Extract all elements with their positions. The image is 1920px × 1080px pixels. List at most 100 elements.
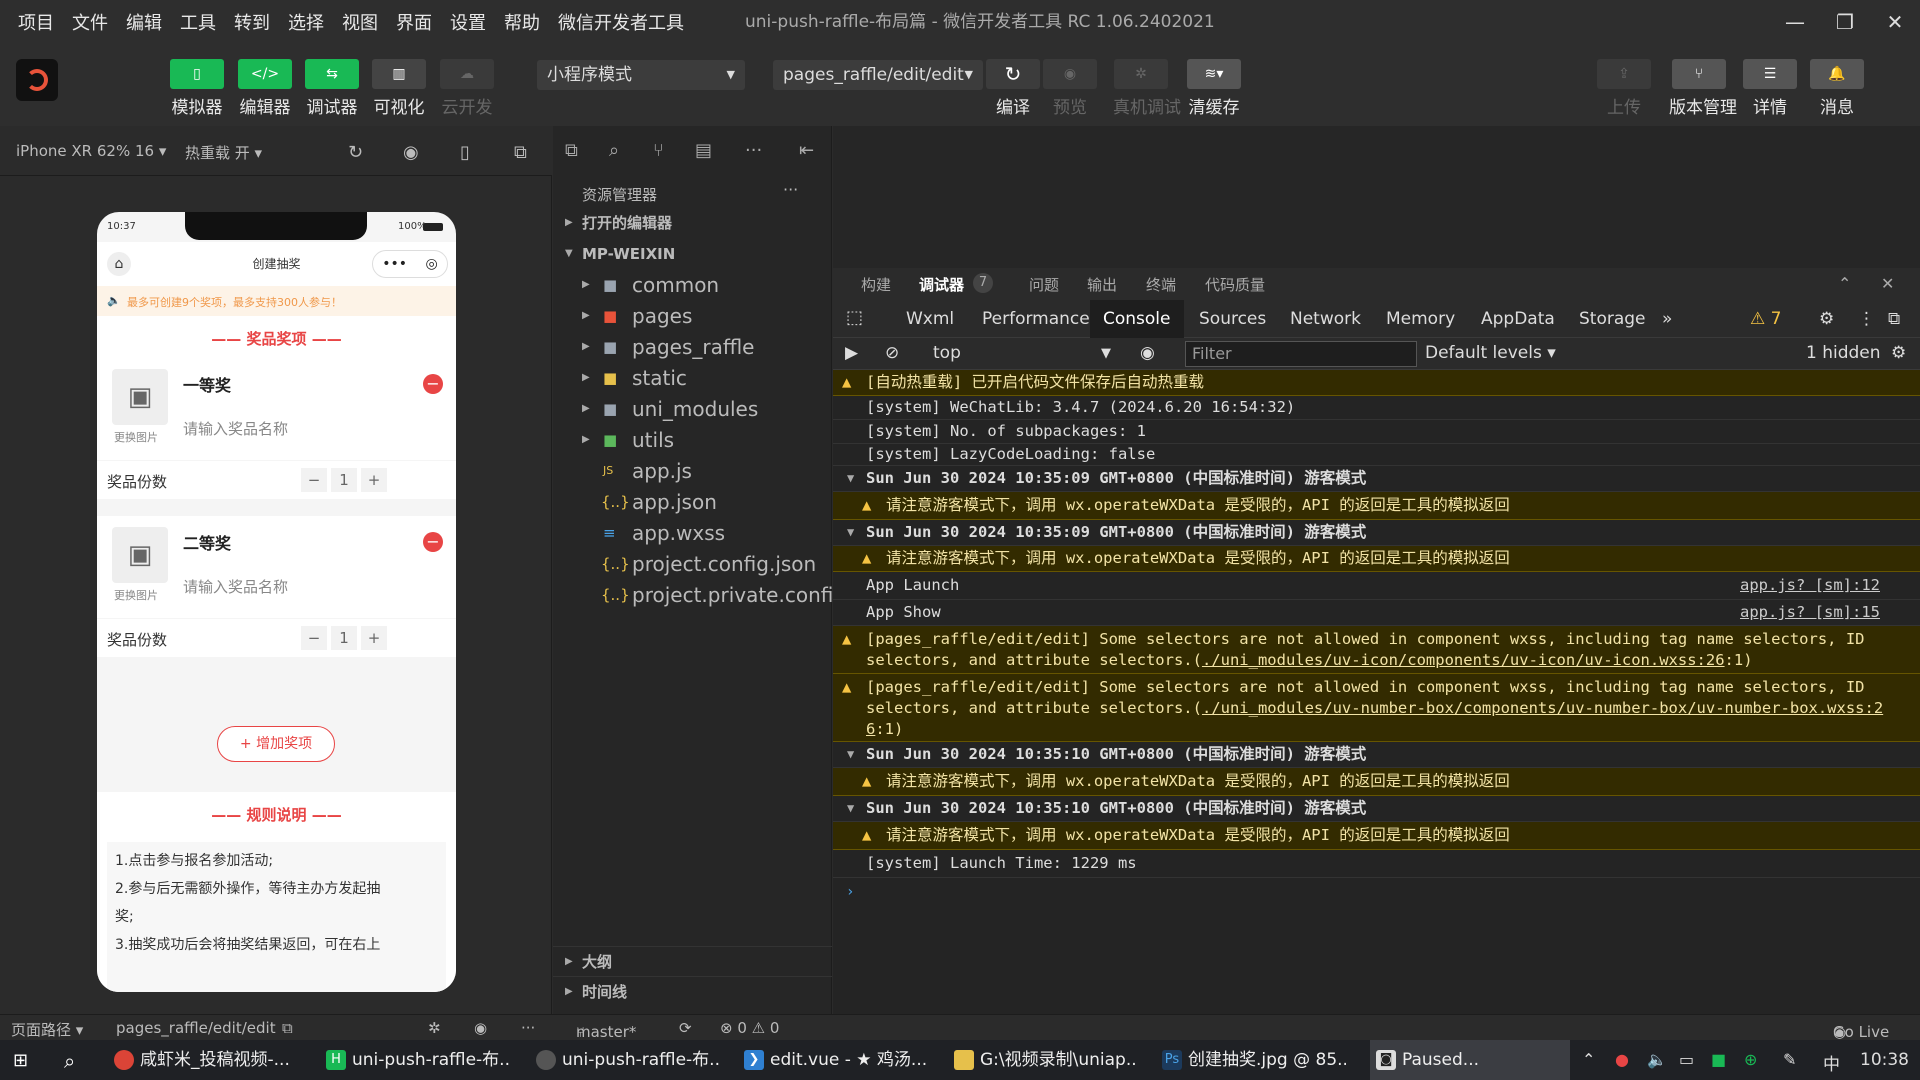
stop-icon[interactable]: ◉ xyxy=(403,142,419,163)
tab-code-quality[interactable]: 代码质量 xyxy=(1205,274,1265,295)
clear-console-icon[interactable]: ⊘ xyxy=(885,343,899,363)
warning-count-badge[interactable]: ⚠ 7 xyxy=(1750,309,1781,329)
console-settings-icon[interactable]: ⚙ xyxy=(1891,343,1906,363)
clear-cache-button[interactable]: ≋▾ 清缓存 xyxy=(1187,59,1241,118)
tab-problems[interactable]: 问题 xyxy=(1029,274,1059,295)
menu-select[interactable]: 选择 xyxy=(279,9,333,35)
window-icon[interactable]: ⧉ xyxy=(514,142,527,163)
console-group[interactable]: ▼ Sun Jun 30 2024 10:35:10 GMT+0800 (中国标准… xyxy=(833,796,1920,822)
search-icon[interactable]: ⌕ xyxy=(609,140,619,161)
quantity-stepper[interactable]: −1 + xyxy=(297,468,387,492)
tray-plus-icon[interactable]: ⊕ xyxy=(1744,1050,1757,1069)
tree-item-pages-raffle[interactable]: ▶ ■ pages_raffle xyxy=(553,332,832,362)
tree-item-common[interactable]: ▶ ■ common xyxy=(553,270,832,300)
outline-section[interactable]: ▶ 大纲 xyxy=(553,946,832,976)
increment-button[interactable]: + xyxy=(361,468,387,492)
task-chrome[interactable]: 咸虾米_投稿视频-... xyxy=(114,1040,298,1080)
compile-button[interactable]: ↻ 编译 xyxy=(986,59,1040,118)
task-vscode[interactable]: ❯ edit.vue - ★ 鸡汤... xyxy=(744,1040,928,1080)
editor-button[interactable]: </> 编辑器 xyxy=(238,59,292,118)
tab-console[interactable]: Console xyxy=(1090,300,1184,338)
preview-button[interactable]: ◉ 预览 xyxy=(1043,59,1097,118)
task-wechat-devtools[interactable]: uni-push-raffle-布... xyxy=(536,1040,720,1080)
timeline-section[interactable]: ▶ 时间线 xyxy=(553,976,832,1006)
kebab-icon[interactable]: ⋮ xyxy=(1858,309,1875,329)
menu-view[interactable]: 视图 xyxy=(333,9,387,35)
tab-terminal[interactable]: 终端 xyxy=(1146,274,1176,295)
tree-item-app-js[interactable]: JS app.js xyxy=(553,456,832,486)
copy-icon[interactable]: ⧉ xyxy=(282,1019,293,1037)
tab-build[interactable]: 构建 xyxy=(861,274,891,295)
collapse-icon[interactable]: ⇤ xyxy=(799,140,814,161)
device-select[interactable]: iPhone XR 62% 16 ▾ xyxy=(16,142,166,160)
tab-sources[interactable]: Sources xyxy=(1199,309,1266,329)
menu-help[interactable]: 帮助 xyxy=(495,9,549,35)
tree-item-pages[interactable]: ▶ ■ pages xyxy=(553,301,832,331)
rotate-icon[interactable]: ↻ xyxy=(348,142,363,163)
menu-edit[interactable]: 编辑 xyxy=(117,9,171,35)
bug-icon[interactable]: ✲ xyxy=(428,1019,441,1037)
network-icon[interactable]: ▭ xyxy=(1679,1050,1694,1069)
tab-performance[interactable]: Performance xyxy=(982,309,1090,329)
capsule-menu[interactable]: ••• ◎ xyxy=(372,250,448,278)
console-group[interactable]: ▼ Sun Jun 30 2024 10:35:09 GMT+0800 (中国标准… xyxy=(833,466,1920,492)
decrement-button[interactable]: − xyxy=(301,468,327,492)
tree-item-uni-modules[interactable]: ▶ ■ uni_modules xyxy=(553,394,832,424)
pen-icon[interactable]: ✎ xyxy=(1783,1050,1796,1069)
add-prize-button[interactable]: + 增加奖项 xyxy=(217,726,335,762)
tab-output[interactable]: 输出 xyxy=(1087,274,1117,295)
source-link[interactable]: ./uni_modules/uv-number-box/components/u… xyxy=(1202,699,1883,717)
image-placeholder-icon[interactable]: ▣ xyxy=(112,369,168,425)
avatar[interactable] xyxy=(16,59,58,101)
console-group[interactable]: ▼ Sun Jun 30 2024 10:35:09 GMT+0800 (中国标准… xyxy=(833,520,1920,546)
remove-prize-button[interactable]: − xyxy=(423,374,443,394)
task-photoshop[interactable]: Ps 创建抽奖.jpg @ 85... xyxy=(1162,1040,1346,1080)
quantity-stepper[interactable]: −1 + xyxy=(297,626,387,650)
chevron-up-icon[interactable]: ⌃ xyxy=(1838,274,1851,293)
menu-interface[interactable]: 界面 xyxy=(387,9,441,35)
levels-select[interactable]: Default levels ▾ xyxy=(1425,343,1556,363)
menu-wechat-devtools[interactable]: 微信开发者工具 xyxy=(549,9,693,35)
ellipsis-icon[interactable]: ··· xyxy=(745,140,762,161)
menu-goto[interactable]: 转到 xyxy=(225,9,279,35)
prize-name-input[interactable]: 请输入奖品名称 xyxy=(183,576,288,597)
close-panel-icon[interactable]: ✕ xyxy=(1881,274,1894,293)
task-hbuilder[interactable]: Huni-push-raffle-布... xyxy=(326,1040,510,1080)
maximize-button[interactable]: ❐ xyxy=(1820,0,1870,44)
menu-file[interactable]: 文件 xyxy=(63,9,117,35)
eye-icon[interactable]: ◉ xyxy=(1140,343,1155,363)
clock[interactable]: 10:38 xyxy=(1860,1050,1909,1070)
dock-icon[interactable]: ⧉ xyxy=(1888,309,1900,329)
tab-debugger[interactable]: 调试器 xyxy=(919,274,964,295)
files-icon[interactable]: ⧉ xyxy=(565,140,578,161)
device-icon[interactable]: ▯ xyxy=(460,142,470,163)
menu-project[interactable]: 项目 xyxy=(9,9,63,35)
tray-up-icon[interactable]: ⌃ xyxy=(1582,1050,1595,1069)
tree-item-project-config[interactable]: {..} project.config.json xyxy=(553,549,832,579)
image-placeholder-icon[interactable]: ▣ xyxy=(112,527,168,583)
tab-memory[interactable]: Memory xyxy=(1386,309,1455,329)
simulator-button[interactable]: ▯ 模拟器 xyxy=(170,59,224,118)
tab-appdata[interactable]: AppData xyxy=(1481,309,1555,329)
task-recorder[interactable]: ◙ Paused... xyxy=(1370,1040,1570,1080)
minimize-button[interactable]: — xyxy=(1770,0,1820,44)
source-link[interactable]: ./uni_modules/uv-icon/components/uv-icon… xyxy=(1202,651,1725,669)
console-group[interactable]: ▼ Sun Jun 30 2024 10:35:10 GMT+0800 (中国标准… xyxy=(833,742,1920,768)
volume-icon[interactable]: 🔈 xyxy=(1647,1050,1667,1069)
tab-wxml[interactable]: Wxml xyxy=(906,309,954,329)
menu-tools[interactable]: 工具 xyxy=(171,9,225,35)
problems-count[interactable]: ⊗ 0 ⚠ 0 xyxy=(720,1019,779,1037)
debugger-button[interactable]: ⇆ 调试器 xyxy=(305,59,359,118)
decrement-button[interactable]: − xyxy=(301,626,327,650)
capsule-close-icon[interactable]: ◎ xyxy=(426,256,438,272)
tree-item-utils[interactable]: ▶ ■ utils xyxy=(553,425,832,455)
mode-select[interactable]: 小程序模式 ▼ xyxy=(537,60,745,90)
explorer-more-icon[interactable]: ··· xyxy=(783,180,798,199)
sync-icon[interactable]: ⟳ xyxy=(679,1019,692,1037)
source-link[interactable]: app.js? [sm]:12 xyxy=(1740,572,1880,599)
tree-item-app-wxss[interactable]: ≡ app.wxss xyxy=(553,518,832,548)
caret-down-icon[interactable]: ▼ xyxy=(1101,346,1111,361)
windows-start-icon[interactable]: ⊞ xyxy=(13,1050,28,1071)
version-button[interactable]: ⑂ 版本管理 xyxy=(1669,59,1737,118)
tab-network[interactable]: Network xyxy=(1290,309,1361,329)
